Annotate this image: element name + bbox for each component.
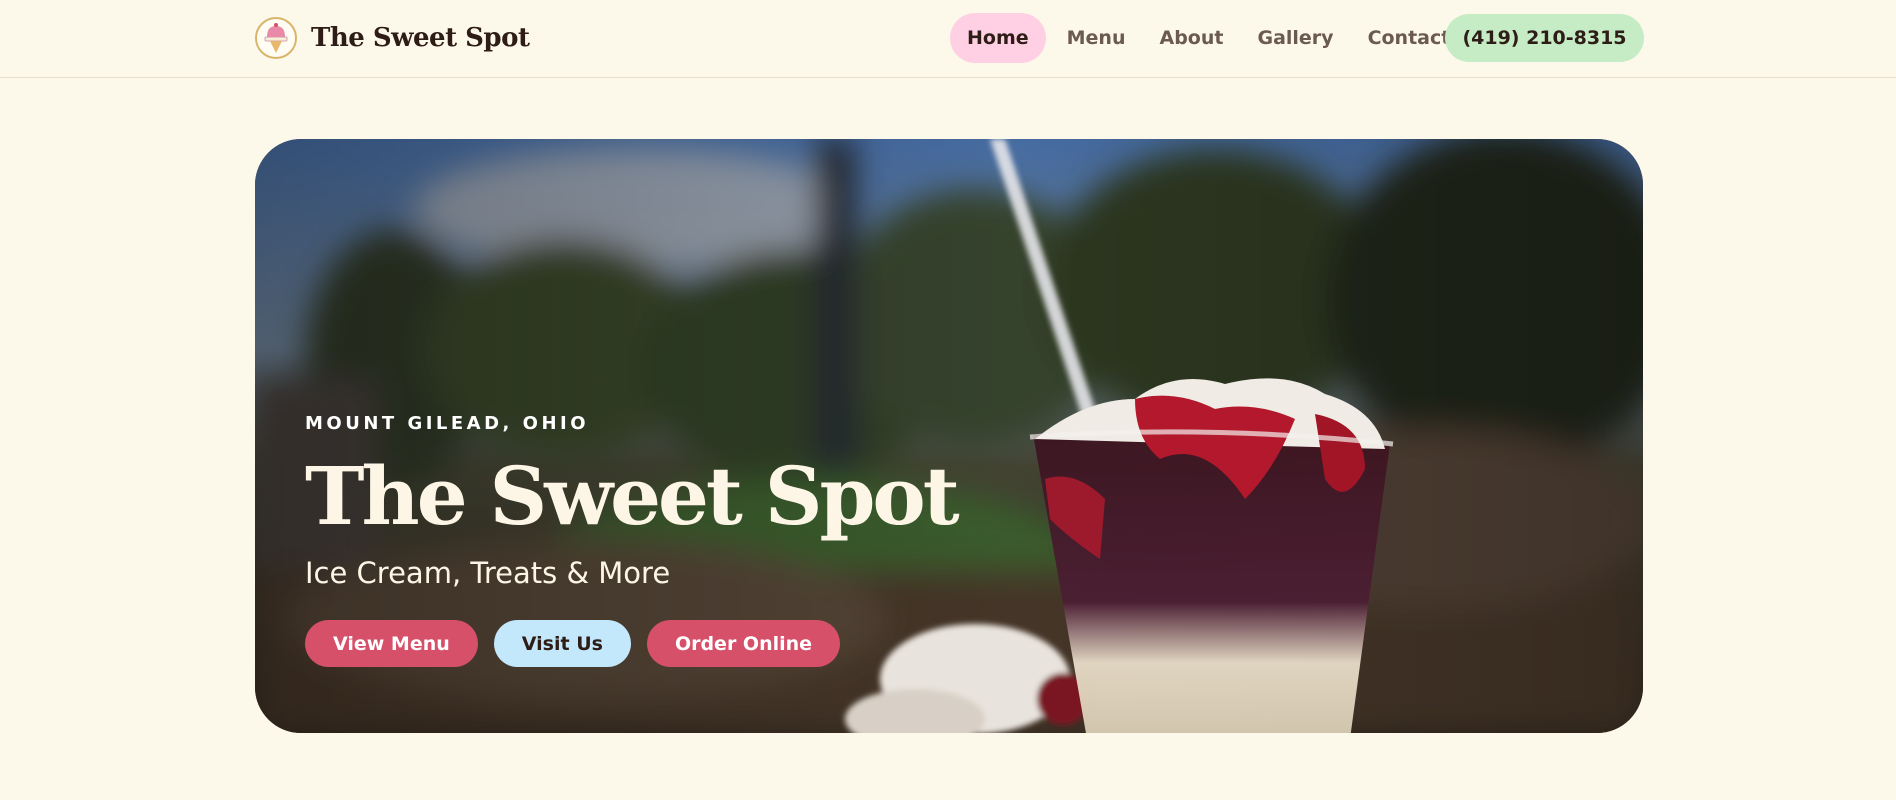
nav-gallery[interactable]: Gallery	[1240, 13, 1350, 63]
brand-name: The Sweet Spot	[311, 23, 530, 53]
visit-us-button[interactable]: Visit Us	[493, 620, 631, 667]
hero-content: MOUNT GILEAD, OHIO The Sweet Spot Ice Cr…	[305, 413, 960, 667]
hero-subtitle: Ice Cream, Treats & More	[305, 556, 671, 590]
ice-cream-logo-icon	[255, 17, 297, 59]
order-online-button[interactable]: Order Online	[646, 620, 841, 667]
main-nav: Home Menu About Gallery Contact	[950, 13, 1467, 63]
hero-location: MOUNT GILEAD, OHIO	[305, 413, 590, 434]
hero-banner: MOUNT GILEAD, OHIO The Sweet Spot Ice Cr…	[255, 139, 1643, 733]
nav-about[interactable]: About	[1143, 13, 1241, 63]
nav-menu[interactable]: Menu	[1050, 13, 1143, 63]
nav-home[interactable]: Home	[950, 13, 1046, 63]
hero-actions: View Menu Visit Us Order Online	[305, 620, 957, 667]
phone-button[interactable]: (419) 210-8315	[1445, 14, 1644, 62]
view-menu-button[interactable]: View Menu	[305, 620, 478, 667]
site-header: The Sweet Spot Home Menu About Gallery C…	[0, 0, 1896, 78]
hero-title: The Sweet Spot	[305, 449, 960, 543]
brand-home-link[interactable]: The Sweet Spot	[255, 17, 530, 59]
